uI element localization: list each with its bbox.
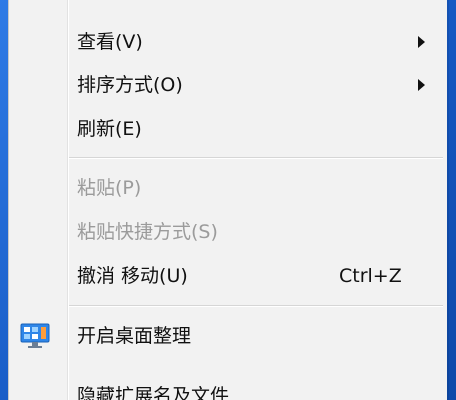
menu-item-desktop-tidy[interactable]: 开启桌面整理: [9, 316, 447, 356]
menu-item-refresh[interactable]: 刷新(E): [9, 109, 447, 149]
menu-item-label: 刷新(E): [77, 117, 142, 140]
menu-item-undo-move[interactable]: 撤消 移动(U) Ctrl+Z: [9, 256, 447, 296]
menu-item-label: 隐藏扩展名及文件: [77, 384, 230, 400]
menu-item-label: 粘贴(P): [77, 176, 142, 199]
menu-item-label: 撤消 移动(U): [77, 264, 188, 287]
submenu-arrow-icon: [418, 79, 425, 91]
submenu-arrow-icon: [418, 36, 425, 48]
menu-item-paste: 粘贴(P): [9, 168, 447, 208]
menu-item-label: 排序方式(O): [77, 73, 183, 96]
menu-item-label: 粘贴快捷方式(S): [77, 220, 218, 243]
menu-item-hide-extensions[interactable]: 隐藏扩展名及文件: [9, 376, 447, 400]
desktop-background: 查看(V) 排序方式(O) 刷新(E) 粘贴(P) 粘贴快捷方式(S) 撤消 移…: [0, 0, 456, 400]
desktop-context-menu: 查看(V) 排序方式(O) 刷新(E) 粘贴(P) 粘贴快捷方式(S) 撤消 移…: [8, 0, 447, 400]
menu-separator: [69, 157, 443, 159]
desktop-tidy-icon: [20, 323, 50, 348]
menu-item-label: 查看(V): [77, 30, 143, 53]
menu-item-paste-shortcut: 粘贴快捷方式(S): [9, 212, 447, 252]
menu-item-label: 开启桌面整理: [77, 324, 192, 347]
menu-item-sort-by[interactable]: 排序方式(O): [9, 65, 447, 105]
menu-separator: [69, 305, 443, 307]
menu-item-view[interactable]: 查看(V): [9, 22, 447, 62]
shortcut-label: Ctrl+Z: [339, 264, 402, 287]
